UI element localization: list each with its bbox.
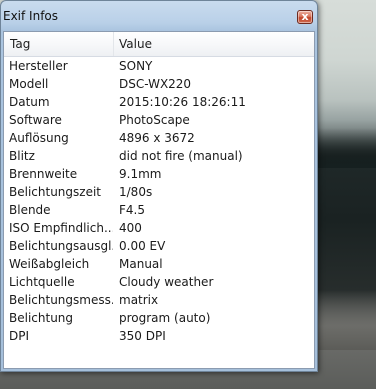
exif-tag-value: F4.5 xyxy=(119,203,145,217)
list-item[interactable]: Auflösung 4896 x 3672 xyxy=(4,129,314,147)
list-item[interactable]: Modell DSC-WX220 xyxy=(4,75,314,93)
title-bar[interactable]: Exif Infos x xyxy=(1,1,317,29)
exif-tag-label: Weißabgleich xyxy=(9,257,90,271)
exif-tag-value: did not fire (manual) xyxy=(119,149,243,163)
exif-tag-label: Datum xyxy=(9,95,50,109)
exif-tag-value: Manual xyxy=(119,257,163,271)
list-item[interactable]: Weißabgleich Manual xyxy=(4,255,314,273)
exif-tag-value: 9.1mm xyxy=(119,167,162,181)
exif-tag-value: DSC-WX220 xyxy=(119,77,192,91)
column-header-tag[interactable]: Tag xyxy=(4,32,114,56)
exif-tag-label: ISO Empfindlich... xyxy=(9,221,113,235)
list-item[interactable]: Belichtungszeit 1/80s xyxy=(4,183,314,201)
exif-tag-value: 400 xyxy=(119,221,142,235)
close-button[interactable]: x xyxy=(297,10,313,24)
list-item[interactable]: Datum 2015:10:26 18:26:11 xyxy=(4,93,314,111)
exif-tag-label: Modell xyxy=(9,77,49,91)
list-item[interactable]: Belichtungsausgl... 0.00 EV xyxy=(4,237,314,255)
exif-tag-label: Belichtungszeit xyxy=(9,185,101,199)
exif-tag-label: DPI xyxy=(9,329,30,343)
background-treeline xyxy=(310,128,376,168)
exif-tag-value: 4896 x 3672 xyxy=(119,131,195,145)
window-title: Exif Infos xyxy=(3,9,59,23)
list-item[interactable]: Belichtung program (auto) xyxy=(4,309,314,327)
exif-tag-label: Lichtquelle xyxy=(9,275,75,289)
list-item[interactable]: Blende F4.5 xyxy=(4,201,314,219)
list-item[interactable]: DPI 350 DPI xyxy=(4,327,314,345)
exif-tag-label: Software xyxy=(9,113,62,127)
exif-tag-value: 1/80s xyxy=(119,185,153,199)
exif-tag-label: Brennweite xyxy=(9,167,78,181)
exif-tag-value: 350 DPI xyxy=(119,329,166,343)
exif-tag-value: PhotoScape xyxy=(119,113,190,127)
list-item[interactable]: Software PhotoScape xyxy=(4,111,314,129)
exif-tag-label: Belichtung xyxy=(9,311,74,325)
exif-tag-label: Belichtungsmess... xyxy=(9,293,113,307)
column-header-value[interactable]: Value xyxy=(114,32,314,56)
exif-tag-label: Auflösung xyxy=(9,131,69,145)
exif-tag-label: Blitz xyxy=(9,149,35,163)
exif-info-window: Exif Infos x Tag Value Hersteller SONY Mod… xyxy=(0,0,318,372)
exif-tag-value: SONY xyxy=(119,59,153,73)
exif-list[interactable]: Tag Value Hersteller SONY Modell DSC-WX220 D… xyxy=(3,31,315,369)
exif-tag-value: 0.00 EV xyxy=(119,239,166,253)
exif-tag-value: Cloudy weather xyxy=(119,275,214,289)
exif-tag-value: matrix xyxy=(119,293,159,307)
list-item[interactable]: Lichtquelle Cloudy weather xyxy=(4,273,314,291)
list-item[interactable]: ISO Empfindlich... 400 xyxy=(4,219,314,237)
background-haze xyxy=(310,290,376,350)
exif-tag-value: program (auto) xyxy=(119,311,211,325)
list-header: Tag Value xyxy=(4,32,314,57)
list-item[interactable]: Belichtungsmess... matrix xyxy=(4,291,314,309)
exif-tag-value: 2015:10:26 18:26:11 xyxy=(119,95,246,109)
exif-tag-label: Blende xyxy=(9,203,51,217)
close-icon: x xyxy=(301,10,309,23)
list-item[interactable]: Brennweite 9.1mm xyxy=(4,165,314,183)
list-item[interactable]: Blitz did not fire (manual) xyxy=(4,147,314,165)
exif-tag-label: Belichtungsausgl... xyxy=(9,239,113,253)
list-item[interactable]: Hersteller SONY xyxy=(4,57,314,75)
list-rows: Hersteller SONY Modell DSC-WX220 Datum 2015:1… xyxy=(4,57,314,345)
exif-tag-label: Hersteller xyxy=(9,59,68,73)
